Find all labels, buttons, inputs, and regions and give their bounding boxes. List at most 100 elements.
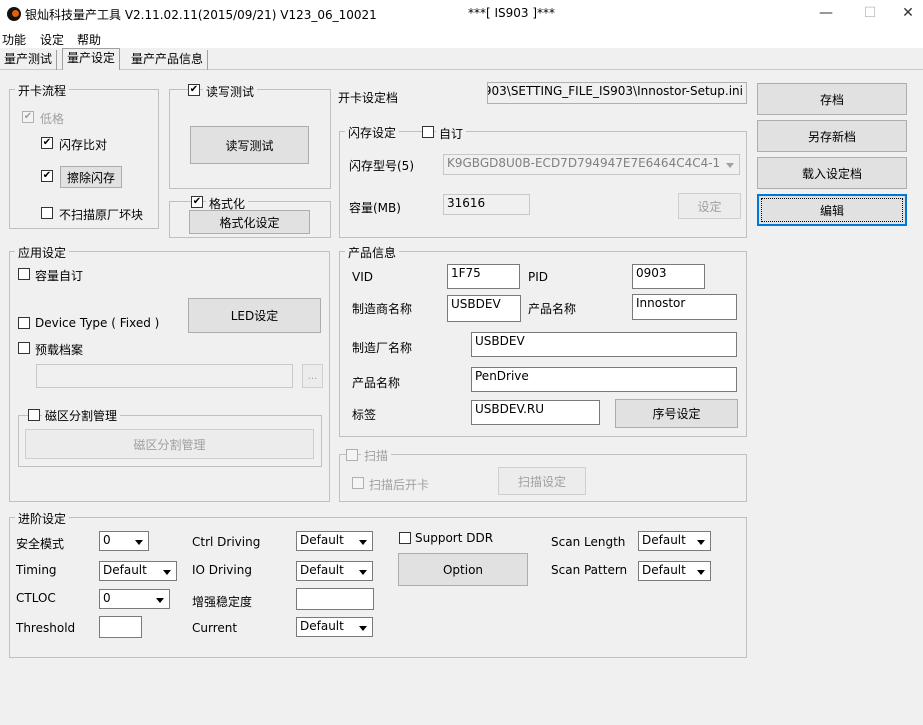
timing-label: Timing [16, 563, 57, 577]
preload-checkbox[interactable] [18, 342, 30, 354]
flash-custom-checkbox[interactable] [422, 126, 434, 138]
ctloc-select[interactable]: 0 [99, 589, 170, 609]
scan-pattern-label: Scan Pattern [551, 563, 628, 577]
chevron-down-icon [159, 563, 175, 579]
capacity-value: 31616 [443, 194, 530, 215]
vendor-input[interactable]: USBDEV [447, 295, 521, 322]
no-scan-bad-checkbox[interactable] [41, 207, 53, 219]
stability-label: 增强稳定度 [192, 595, 253, 609]
tab-production-settings[interactable]: 量产设定 [62, 48, 121, 70]
partition-label: 磁区分割管理 [42, 407, 121, 424]
chevron-down-icon [131, 533, 147, 549]
flash-model-select[interactable]: K9GBGD8U0B-ECD7D794947E7E6464C4C4-1 [443, 154, 740, 175]
ctloc-label: CTLOC [16, 591, 56, 605]
menu-bar [0, 28, 923, 48]
device-type-checkbox[interactable] [18, 317, 30, 329]
edit-button[interactable]: 编辑 [757, 194, 907, 226]
save-new-button[interactable]: 另存新档 [757, 120, 907, 152]
ctrl-driving-select[interactable]: Default [296, 531, 373, 551]
timing-select[interactable]: Default [99, 561, 177, 581]
option-button[interactable]: Option [398, 553, 528, 586]
scan-pattern-select[interactable]: Default [638, 561, 711, 581]
low-format-checkbox[interactable]: ✔ [22, 111, 34, 123]
scan-settings-button: 扫描设定 [498, 467, 586, 495]
load-settings-button[interactable]: 载入设定档 [757, 157, 907, 189]
io-driving-value: Default [300, 563, 344, 577]
chevron-down-icon [355, 533, 371, 549]
product-input[interactable]: PenDrive [471, 367, 737, 392]
no-scan-bad-label: 不扫描原厂坏块 [59, 208, 144, 222]
tab-product-info[interactable]: 量产产品信息 [127, 50, 209, 70]
threshold-input[interactable] [99, 616, 142, 638]
minimize-icon[interactable]: — [816, 4, 836, 22]
timing-value: Default [103, 563, 147, 577]
menu-function[interactable]: 功能 [2, 31, 26, 48]
app-logo-icon [7, 7, 21, 21]
io-driving-label: IO Driving [192, 563, 252, 577]
menu-settings[interactable]: 设定 [40, 31, 64, 48]
safe-mode-label: 安全模式 [16, 537, 65, 551]
flash-compare-label: 闪存比对 [59, 138, 108, 152]
product-label: 产品名称 [352, 376, 401, 390]
serial-settings-button[interactable]: 序号设定 [615, 399, 738, 428]
current-value: Default [300, 619, 344, 633]
app-settings-title: 应用设定 [15, 244, 70, 261]
window-title: 银灿科技量产工具 V2.11.02.11(2015/09/21) V123_06… [25, 8, 377, 22]
setting-file-path-text: S903\SETTING_FILE_IS903\Innostor-Setup.i… [487, 84, 743, 98]
io-driving-select[interactable]: Default [296, 561, 373, 581]
scan-after-open-checkbox [352, 477, 364, 489]
rw-test-button[interactable]: 读写测试 [190, 126, 309, 164]
capacity-label: 容量(MB) [349, 201, 401, 215]
maximize-icon: ☐ [863, 5, 877, 21]
scan-length-label: Scan Length [551, 535, 626, 549]
scan-checkbox [346, 449, 358, 461]
scan-length-select[interactable]: Default [638, 531, 711, 551]
setting-file-path: S903\SETTING_FILE_IS903\Innostor-Setup.i… [487, 82, 747, 104]
ctrl-driving-label: Ctrl Driving [192, 535, 261, 549]
tag-input[interactable]: USBDEV.RU [471, 400, 600, 425]
flash-model-value: K9GBGD8U0B-ECD7D794947E7E6464C4C4-1 [447, 156, 721, 170]
manufacturer-input[interactable]: USBDEV [471, 332, 737, 357]
scan-label: 扫描 [361, 447, 392, 464]
support-ddr-checkbox[interactable] [399, 532, 411, 544]
safe-mode-select[interactable]: 0 [99, 531, 149, 551]
rw-test-checkbox[interactable]: ✔ [188, 84, 200, 96]
current-select[interactable]: Default [296, 617, 373, 637]
flash-compare-checkbox[interactable]: ✔ [41, 137, 53, 149]
flash-model-label: 闪存型号(5) [349, 159, 414, 173]
erase-flash-checkbox[interactable]: ✔ [41, 170, 53, 182]
vid-input[interactable]: 1F75 [447, 264, 520, 289]
device-type-label: Device Type ( Fixed ) [35, 316, 160, 330]
chevron-down-icon [693, 563, 709, 579]
browse-button: ... [302, 364, 323, 388]
led-settings-button[interactable]: LED设定 [188, 298, 321, 333]
tab-production-test[interactable]: 量产测试 [0, 50, 58, 70]
menu-help[interactable]: 帮助 [77, 31, 101, 48]
save-button[interactable]: 存档 [757, 83, 907, 115]
advanced-title: 进阶设定 [15, 510, 70, 527]
device-title: ***[ IS903 ]*** [468, 6, 556, 20]
partition-checkbox[interactable] [28, 409, 40, 421]
erase-flash-button[interactable]: 擦除闪存 [60, 166, 122, 188]
format-checkbox[interactable]: ✔ [191, 196, 203, 208]
close-icon[interactable]: ✕ [898, 4, 918, 22]
scan-after-open-label: 扫描后开卡 [369, 478, 430, 492]
manufacturer-label: 制造厂名称 [352, 341, 413, 355]
flash-set-button: 设定 [678, 193, 741, 219]
capacity-custom-checkbox[interactable] [18, 268, 30, 280]
card-flow-title: 开卡流程 [15, 82, 70, 99]
preload-label: 预载档案 [35, 343, 84, 357]
low-format-label: 低格 [40, 112, 65, 126]
product-name-input[interactable]: Innostor [632, 294, 737, 320]
flash-settings-group: 闪存设定 [339, 124, 747, 238]
chevron-down-icon [152, 591, 168, 607]
pid-input[interactable]: 0903 [632, 264, 705, 289]
capacity-custom-label: 容量自订 [35, 269, 84, 283]
stability-input[interactable] [296, 588, 374, 610]
product-name-label: 产品名称 [528, 302, 577, 316]
chevron-down-icon [355, 619, 371, 635]
partition-button: 磁区分割管理 [25, 429, 314, 459]
format-settings-button[interactable]: 格式化设定 [189, 210, 310, 234]
safe-mode-value: 0 [103, 533, 111, 547]
threshold-label: Threshold [16, 621, 76, 635]
